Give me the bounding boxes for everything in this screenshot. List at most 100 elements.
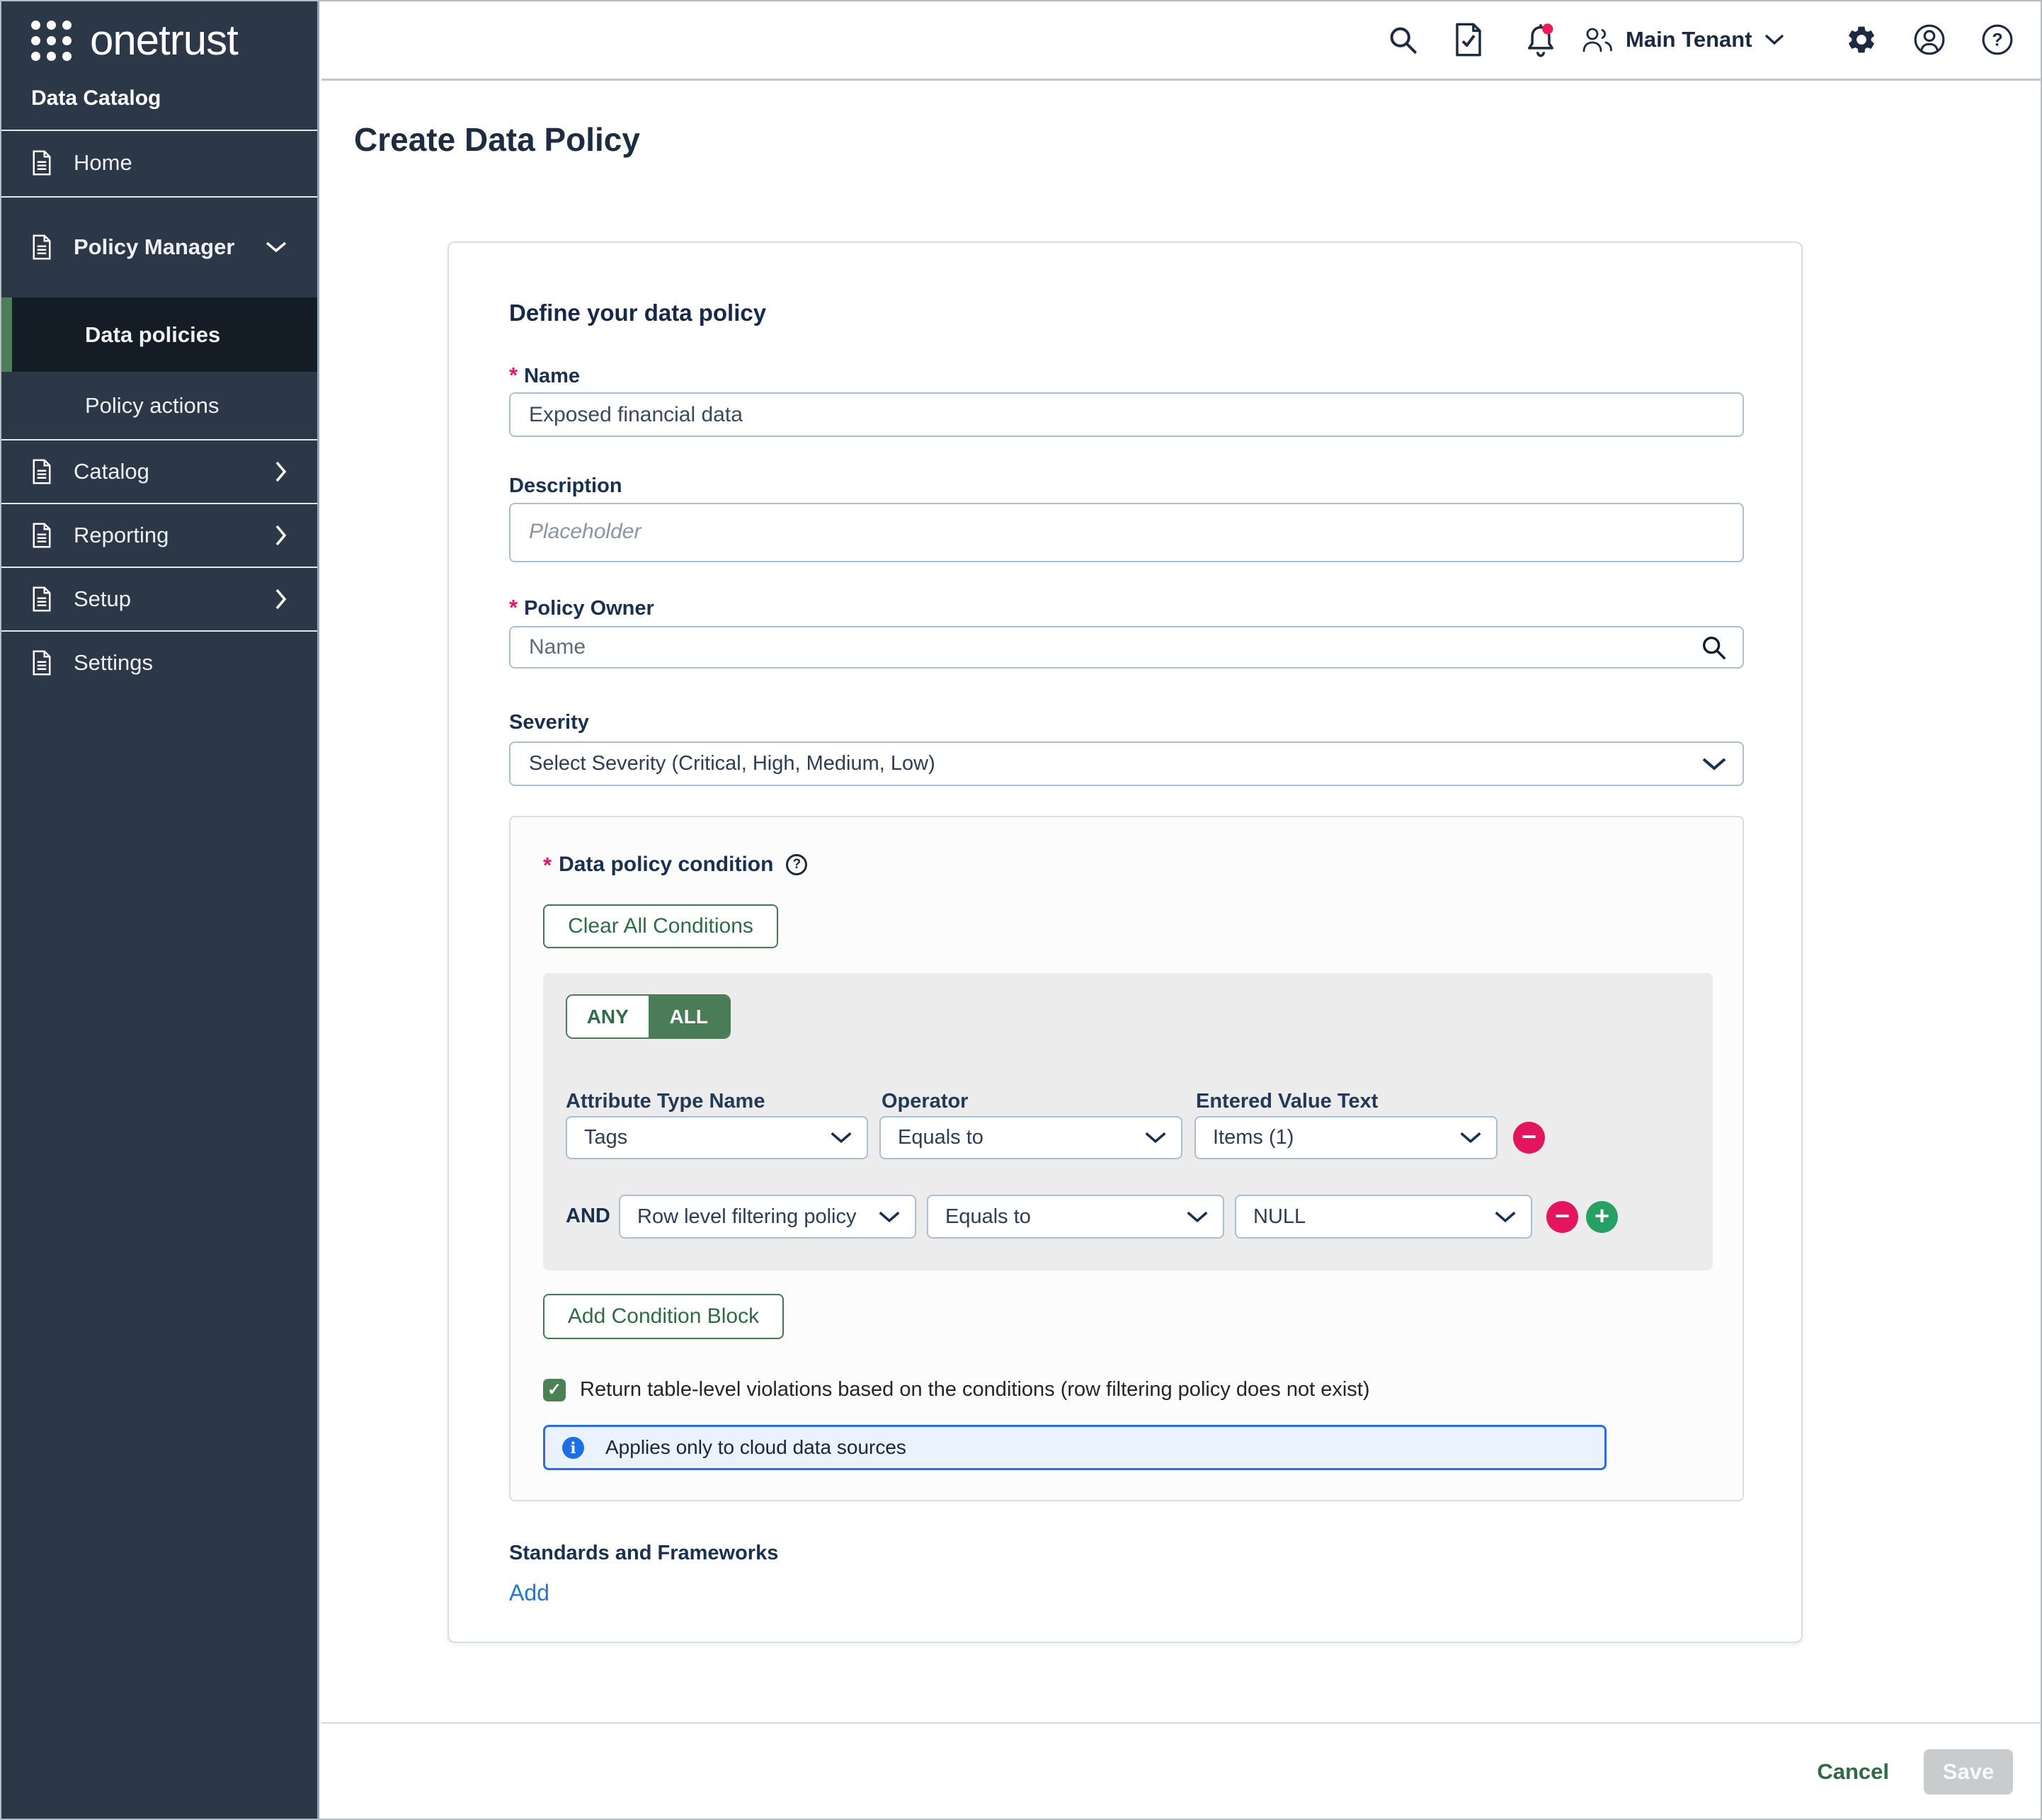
onetrust-logo: onetrust xyxy=(31,20,238,61)
help-icon[interactable]: ? xyxy=(1981,23,2014,56)
sidebar-item-label: Policy actions xyxy=(85,393,219,419)
required-asterisk: * xyxy=(543,855,552,875)
chevron-right-icon xyxy=(275,460,287,483)
description-input[interactable] xyxy=(509,503,1744,562)
document-icon xyxy=(31,459,52,484)
severity-label: Severity xyxy=(509,711,589,734)
value-select-value: NULL xyxy=(1253,1205,1306,1229)
main-content: Create Data Policy Define your data poli… xyxy=(321,81,2042,1820)
required-asterisk: * xyxy=(509,597,518,618)
logo-wordmark: onetrust xyxy=(90,20,238,61)
document-icon xyxy=(31,650,52,676)
name-label: * Name xyxy=(509,365,580,388)
toggle-any-button[interactable]: ANY xyxy=(567,996,649,1037)
people-icon xyxy=(1580,25,1614,54)
top-header-bar: Main Tenant ? xyxy=(321,0,2042,81)
save-button[interactable]: Save xyxy=(1924,1749,2013,1795)
add-standards-link[interactable]: Add xyxy=(509,1580,549,1606)
card-section-title: Define your data policy xyxy=(509,300,766,326)
document-icon xyxy=(31,150,52,176)
document-check-icon[interactable] xyxy=(1454,23,1483,57)
cancel-button[interactable]: Cancel xyxy=(1813,1758,1893,1785)
chevron-down-icon xyxy=(878,1210,901,1224)
sidebar-item-reporting[interactable]: Reporting xyxy=(0,504,317,567)
chevron-right-icon xyxy=(275,524,287,547)
value-select[interactable]: Items (1) xyxy=(1194,1116,1498,1159)
name-input[interactable] xyxy=(509,392,1744,437)
info-icon: i xyxy=(562,1437,584,1459)
required-asterisk: * xyxy=(509,365,518,385)
attribute-select[interactable]: Tags xyxy=(566,1116,868,1159)
operator-select-value: Equals to xyxy=(945,1205,1031,1229)
checkbox-checked[interactable]: ✓ xyxy=(543,1379,566,1401)
tenant-label: Main Tenant xyxy=(1626,27,1752,52)
attribute-select[interactable]: Row level filtering policy xyxy=(619,1195,916,1239)
info-banner: i Applies only to cloud data sources xyxy=(543,1425,1607,1470)
svg-text:?: ? xyxy=(1992,30,2002,50)
sidebar-item-label: Policy Manager xyxy=(74,234,234,260)
sidebar-item-home[interactable]: Home xyxy=(0,131,317,195)
operator-select-value: Equals to xyxy=(898,1126,983,1149)
policy-owner-input[interactable] xyxy=(509,626,1744,669)
chevron-down-icon xyxy=(1186,1210,1209,1224)
info-banner-text: Applies only to cloud data sources xyxy=(605,1436,906,1459)
value-select-value: Items (1) xyxy=(1213,1126,1294,1149)
sidebar-item-label: Catalog xyxy=(74,459,149,484)
sidebar-item-settings[interactable]: Settings xyxy=(0,632,317,694)
sidebar-item-label: Data policies xyxy=(85,322,220,348)
search-icon[interactable] xyxy=(1387,24,1418,55)
condition-label: * Data policy condition ? xyxy=(543,853,807,877)
conjunction-label: AND xyxy=(566,1205,610,1228)
search-icon[interactable] xyxy=(1700,634,1727,661)
sidebar-item-label: Settings xyxy=(74,650,153,676)
condition-block: ANY ALL Attribute Type Name Operator Ent… xyxy=(543,973,1713,1270)
chevron-down-icon xyxy=(1701,757,1727,771)
attribute-select-value: Row level filtering policy xyxy=(637,1205,856,1229)
column-header-value: Entered Value Text xyxy=(1196,1090,1378,1113)
sidebar: onetrust Data Catalog Home Policy Manage… xyxy=(0,0,319,1820)
create-policy-card: Define your data policy * Name Descripti… xyxy=(447,241,1803,1643)
table-level-violations-option: ✓ Return table-level violations based on… xyxy=(543,1378,1369,1401)
clear-all-conditions-button[interactable]: Clear All Conditions xyxy=(543,904,778,948)
help-icon[interactable]: ? xyxy=(786,854,807,875)
value-select[interactable]: NULL xyxy=(1235,1195,1532,1239)
gear-icon[interactable] xyxy=(1845,23,1878,56)
add-condition-block-button[interactable]: Add Condition Block xyxy=(543,1294,784,1339)
column-header-attribute: Attribute Type Name xyxy=(566,1090,765,1113)
notifications-bell-icon[interactable] xyxy=(1524,21,1558,58)
chevron-down-icon xyxy=(1459,1131,1482,1144)
tenant-switcher[interactable]: Main Tenant xyxy=(1580,25,1785,54)
remove-condition-button[interactable]: − xyxy=(1546,1201,1578,1233)
standards-label: Standards and Frameworks xyxy=(509,1542,778,1565)
sidebar-item-label: Setup xyxy=(74,586,131,612)
checkbox-label: Return table-level violations based on t… xyxy=(580,1378,1369,1401)
sidebar-item-policy-manager[interactable]: Policy Manager xyxy=(0,198,317,296)
chevron-down-icon xyxy=(1764,33,1785,46)
chevron-down-icon xyxy=(1494,1210,1517,1224)
sidebar-item-label: Home xyxy=(74,150,132,176)
document-icon xyxy=(31,234,52,260)
sidebar-item-data-policies[interactable]: Data policies xyxy=(0,297,317,372)
remove-condition-button[interactable]: − xyxy=(1513,1122,1545,1154)
attribute-select-value: Tags xyxy=(584,1126,627,1149)
sidebar-item-catalog[interactable]: Catalog xyxy=(0,440,317,503)
operator-select[interactable]: Equals to xyxy=(879,1116,1182,1159)
condition-section: * Data policy condition ? Clear All Cond… xyxy=(509,816,1744,1501)
sidebar-item-policy-actions[interactable]: Policy actions xyxy=(0,372,317,439)
logo-dots-icon xyxy=(31,21,72,61)
chevron-down-icon xyxy=(830,1131,852,1144)
chevron-down-icon xyxy=(1144,1131,1167,1144)
add-condition-button[interactable]: + xyxy=(1586,1201,1618,1233)
severity-select-value: Select Severity (Critical, High, Medium,… xyxy=(529,752,935,775)
severity-select[interactable]: Select Severity (Critical, High, Medium,… xyxy=(509,741,1744,786)
sidebar-item-setup[interactable]: Setup xyxy=(0,568,317,630)
toggle-all-button[interactable]: ALL xyxy=(649,996,730,1037)
account-icon[interactable] xyxy=(1913,23,1946,56)
any-all-toggle: ANY ALL xyxy=(566,994,731,1039)
product-label: Data Catalog xyxy=(31,86,161,110)
chevron-down-icon xyxy=(265,241,287,254)
column-header-operator: Operator xyxy=(882,1090,968,1113)
operator-select[interactable]: Equals to xyxy=(927,1195,1224,1239)
policy-owner-label: * Policy Owner xyxy=(509,597,654,620)
document-icon xyxy=(31,586,52,612)
